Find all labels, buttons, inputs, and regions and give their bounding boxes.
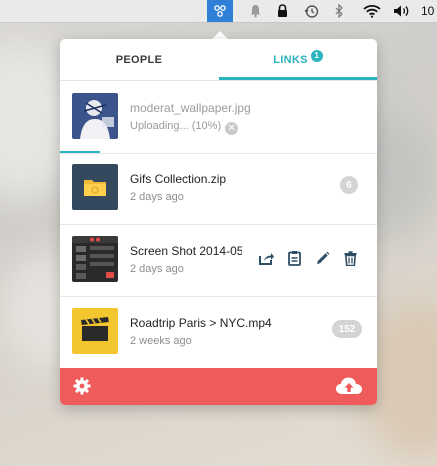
tab-links[interactable]: LINKS 1	[219, 39, 377, 80]
folder-zip-thumbnail	[72, 164, 118, 210]
upload-status: Uploading... (10%) ✕	[130, 120, 239, 135]
volume-icon[interactable]	[392, 0, 412, 22]
file-date: 2 days ago	[130, 263, 184, 275]
bluetooth-icon[interactable]	[332, 0, 346, 22]
file-name: Roadtrip Paris > NYC.mp4	[130, 316, 272, 330]
share-icon[interactable]	[256, 248, 276, 268]
view-count-badge: 152	[332, 320, 362, 338]
file-date: 2 weeks ago	[130, 335, 192, 347]
list-item-uploading[interactable]: moderat_wallpaper.jpg Uploading... (10%)…	[60, 81, 377, 154]
settings-gear-icon[interactable]	[72, 376, 92, 396]
image-thumbnail	[72, 93, 118, 139]
menu-bar: 10	[0, 0, 437, 23]
row-actions	[256, 248, 360, 268]
tab-people-label: PEOPLE	[115, 53, 163, 66]
active-tab-indicator	[219, 77, 377, 80]
video-thumbnail	[72, 308, 118, 354]
tab-bar: PEOPLE LINKS 1	[60, 39, 377, 81]
bell-icon[interactable]	[246, 0, 264, 22]
tab-links-label: LINKS	[273, 53, 308, 66]
app-icon[interactable]	[207, 0, 233, 22]
list-item-hovered[interactable]: Screen Shot 2014-05 2 days ago	[60, 224, 377, 297]
cancel-upload-icon[interactable]: ✕	[225, 122, 239, 135]
screenshot-thumbnail	[72, 236, 118, 282]
tab-people[interactable]: PEOPLE	[60, 39, 218, 80]
edit-icon[interactable]	[312, 248, 332, 268]
history-icon[interactable]	[302, 0, 320, 22]
lock-icon[interactable]	[274, 0, 290, 22]
clipboard-icon[interactable]	[284, 248, 304, 268]
file-name: Gifs Collection.zip	[130, 172, 227, 186]
file-date: 2 days ago	[130, 191, 184, 203]
wifi-icon[interactable]	[360, 0, 384, 22]
cloud-upload-icon[interactable]	[335, 375, 363, 397]
links-popover: PEOPLE LINKS 1 moderat_wallpaper.jpg Upl…	[60, 39, 377, 405]
view-count-badge: 6	[340, 176, 358, 194]
links-badge: 1	[310, 49, 323, 62]
clock-time[interactable]: 10	[421, 4, 434, 18]
list-item[interactable]: Roadtrip Paris > NYC.mp4 2 weeks ago 152	[60, 296, 377, 368]
list-item[interactable]: Gifs Collection.zip 2 days ago 6	[60, 152, 377, 225]
file-name: moderat_wallpaper.jpg	[130, 101, 251, 115]
trash-icon[interactable]	[340, 248, 360, 268]
file-name: Screen Shot 2014-05	[130, 244, 242, 258]
upload-status-text: Uploading... (10%)	[130, 120, 222, 132]
footer-bar	[60, 368, 377, 405]
